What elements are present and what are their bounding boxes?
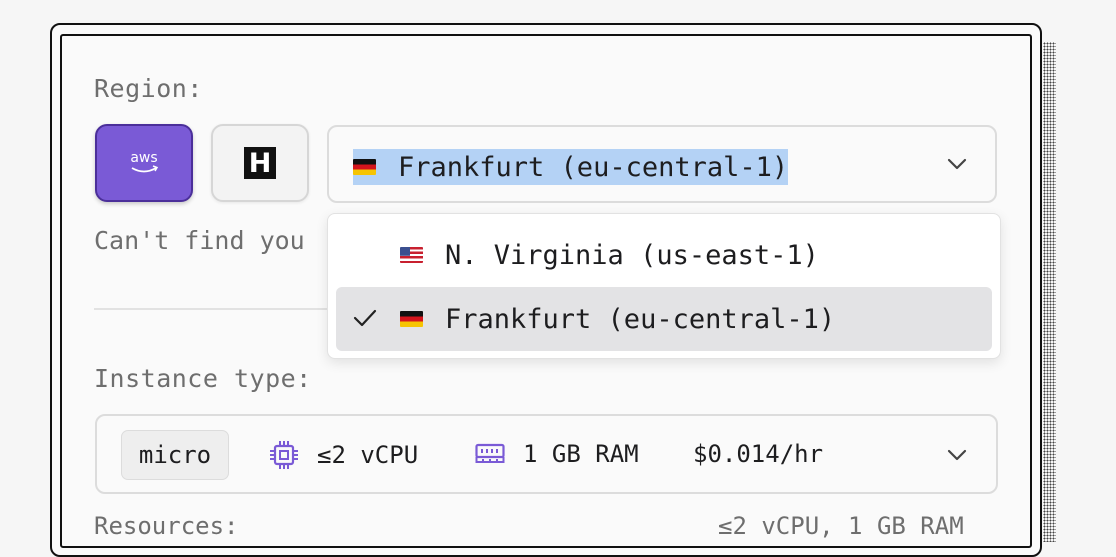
ram-text: 1 GB RAM xyxy=(523,440,639,468)
region-label: Region: xyxy=(94,74,203,103)
region-option-eu-central-1[interactable]: Frankfurt (eu-central-1) xyxy=(336,287,992,351)
memory-icon xyxy=(475,443,505,463)
region-selected-text: Frankfurt (eu-central-1) xyxy=(398,151,789,183)
price-text: $0.014/hr xyxy=(693,440,824,468)
svg-text:aws: aws xyxy=(130,150,157,166)
h-logo-icon: H xyxy=(244,147,276,179)
region-hint-text: Can't find you xyxy=(94,226,305,255)
instance-type-select[interactable]: micro ≤2 vCPU 1 GB RAM $0.014/hr xyxy=(95,414,998,494)
region-option-us-east-1[interactable]: N. Virginia (us-east-1) xyxy=(336,223,992,287)
region-option-label: N. Virginia (us-east-1) xyxy=(445,239,819,271)
region-select-value: Frankfurt (eu-central-1) xyxy=(353,149,789,185)
vcpu-spec: ≤2 vCPU xyxy=(269,440,418,470)
h-provider-button[interactable]: H xyxy=(211,124,309,202)
resources-value: ≤2 vCPU, 1 GB RAM xyxy=(718,512,964,540)
ram-spec: 1 GB RAM xyxy=(475,440,639,468)
germany-flag-icon xyxy=(400,311,423,327)
aws-logo-icon: aws xyxy=(130,150,159,173)
instance-size-badge: micro xyxy=(121,430,229,480)
region-dropdown-menu: N. Virginia (us-east-1) Frankfurt (eu-ce… xyxy=(327,213,1001,359)
aws-provider-button[interactable]: aws xyxy=(95,124,193,202)
frame-shadow xyxy=(1043,42,1056,542)
region-select[interactable]: Frankfurt (eu-central-1) xyxy=(327,125,997,203)
cpu-icon xyxy=(270,441,298,469)
chevron-down-icon xyxy=(947,449,967,461)
us-flag-icon xyxy=(400,247,423,263)
chevron-down-icon xyxy=(947,158,967,170)
resources-label: Resources: xyxy=(94,512,239,540)
instance-type-label: Instance type: xyxy=(94,364,312,393)
region-option-label: Frankfurt (eu-central-1) xyxy=(445,303,836,335)
vcpu-text: ≤2 vCPU xyxy=(317,441,419,469)
check-icon xyxy=(353,309,377,327)
germany-flag-icon xyxy=(353,159,376,175)
